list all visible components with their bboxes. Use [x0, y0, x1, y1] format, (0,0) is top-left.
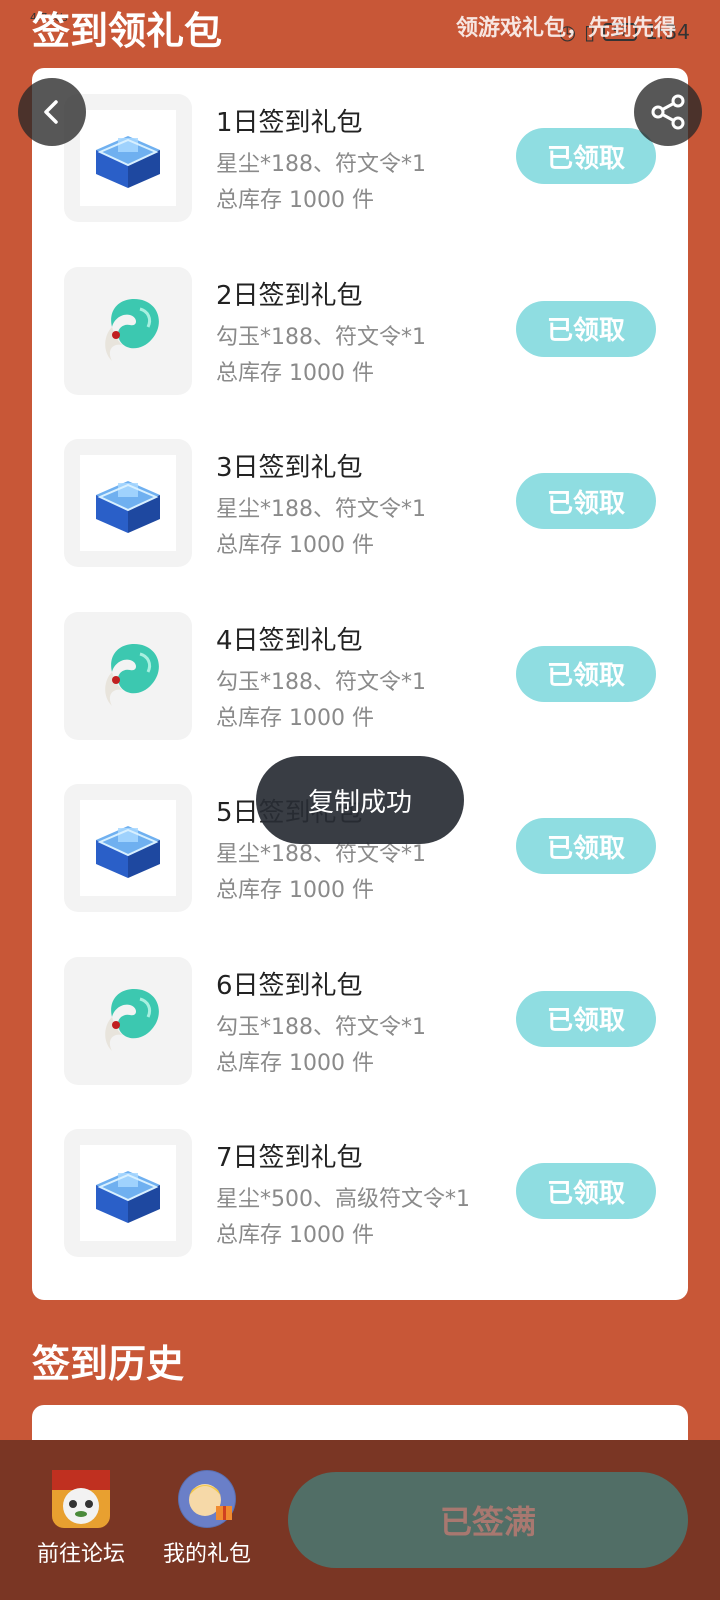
- blue-chest-icon: [96, 474, 160, 533]
- gift-icon-frame: [80, 283, 176, 379]
- my-gifts-icon: [178, 1470, 236, 1528]
- blue-chest-icon: [96, 819, 160, 878]
- gift-row-day-6: 6日签到礼包 勾玉*188、符文令*1 总库存 1000 件 已领取: [32, 931, 688, 1085]
- gift-title: 6日签到礼包: [216, 970, 363, 1001]
- gift-thumbnail: [64, 784, 192, 912]
- gift-row-day-1: 1日签到礼包 星尘*188、符文令*1 总库存 1000 件 已领取: [32, 68, 688, 222]
- gift-stock: 总库存 1000 件: [216, 1050, 374, 1076]
- gift-list-card: 1日签到礼包 星尘*188、符文令*1 总库存 1000 件 已领取 2日签到礼…: [32, 68, 688, 1300]
- forum-button[interactable]: 前往论坛: [26, 1470, 136, 1568]
- gift-icon-frame: [80, 1145, 176, 1241]
- gift-row-day-7: 7日签到礼包 星尘*500、高级符文令*1 总库存 1000 件 已领取: [32, 1103, 688, 1257]
- gift-icon-frame: [80, 973, 176, 1069]
- gift-title: 7日签到礼包: [216, 1143, 363, 1173]
- gift-icon-frame: [80, 800, 176, 896]
- claimed-button[interactable]: 已领取: [516, 990, 656, 1047]
- gift-stock: 总库存 1000 件: [216, 705, 374, 731]
- gift-items: 星尘*500、高级符文令*1: [216, 1187, 470, 1212]
- jade-magatama-icon: [105, 988, 159, 1051]
- gift-row-day-2: 2日签到礼包 勾玉*188、符文令*1 总库存 1000 件 已领取: [32, 241, 688, 395]
- gift-thumbnail: [64, 439, 192, 567]
- gift-title: 4日签到礼包: [216, 625, 363, 656]
- my-gifts-label: 我的礼包: [162, 1542, 251, 1567]
- claimed-button[interactable]: 已领取: [516, 818, 656, 874]
- gift-items: 星尘*188、符文令*1: [216, 497, 426, 522]
- gift-stock: 总库存 1000 件: [216, 360, 374, 386]
- gift-thumbnail: [64, 1129, 192, 1257]
- jade-magatama-icon: [105, 298, 159, 361]
- gift-stock: 总库存 1000 件: [216, 1223, 374, 1248]
- claimed-button[interactable]: 已领取: [516, 473, 656, 529]
- my-gifts-button[interactable]: 我的礼包: [152, 1470, 262, 1568]
- gift-items: 勾玉*188、符文令*1: [216, 1014, 426, 1040]
- sign-full-button[interactable]: 已签满: [288, 1472, 688, 1568]
- gift-icon-frame: [80, 110, 176, 206]
- gift-items: 勾玉*188、符文令*1: [216, 324, 426, 350]
- gift-items: 勾玉*188、符文令*1: [216, 669, 426, 695]
- jade-magatama-icon: [105, 643, 159, 706]
- claimed-button[interactable]: 已领取: [516, 128, 656, 184]
- page-subtitle: 领游戏礼包，先到先得: [455, 16, 676, 41]
- copy-success-toast: 复制成功: [256, 756, 464, 844]
- gift-icon-frame: [80, 628, 176, 724]
- gift-stock: 总库存 1000 件: [216, 878, 374, 903]
- blue-chest-icon: [96, 1164, 160, 1223]
- share-button[interactable]: [634, 78, 702, 146]
- gift-thumbnail: [64, 266, 192, 395]
- gift-thumbnail: [64, 611, 192, 740]
- gift-title: 2日签到礼包: [216, 280, 363, 311]
- back-button[interactable]: [18, 78, 86, 146]
- gift-items: 星尘*188、符文令*1: [216, 152, 426, 177]
- forum-label: 前往论坛: [36, 1542, 125, 1567]
- blue-chest-icon: [96, 129, 160, 188]
- claimed-button[interactable]: 已领取: [516, 300, 656, 357]
- gift-stock: 总库存 1000 件: [216, 533, 374, 558]
- gift-title: 1日签到礼包: [216, 108, 363, 138]
- chevron-left-icon: [44, 100, 58, 124]
- history-title: 签到历史: [32, 1342, 185, 1386]
- gift-thumbnail: [64, 956, 192, 1085]
- gift-stock: 总库存 1000 件: [216, 188, 374, 213]
- gift-icon-frame: [80, 455, 176, 551]
- share-icon: [651, 94, 685, 130]
- gift-row-day-3: 3日签到礼包 星尘*188、符文令*1 总库存 1000 件 已领取: [32, 413, 688, 567]
- gift-row-day-4: 4日签到礼包 勾玉*188、符文令*1 总库存 1000 件 已领取: [32, 586, 688, 740]
- gift-title: 3日签到礼包: [216, 453, 363, 483]
- claimed-button[interactable]: 已领取: [516, 1163, 656, 1219]
- bottom-bar: 前往论坛 我的礼包 已签满: [0, 1440, 720, 1600]
- page-title: 签到领礼包: [32, 9, 223, 53]
- forum-game-icon: [52, 1470, 110, 1528]
- claimed-button[interactable]: 已领取: [516, 645, 656, 702]
